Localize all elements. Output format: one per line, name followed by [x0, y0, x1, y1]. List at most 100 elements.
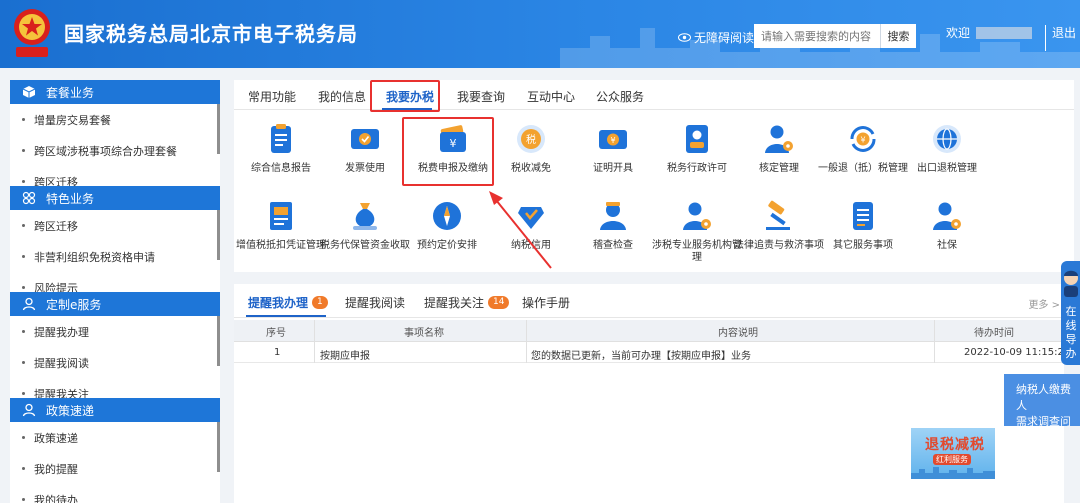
user-icon [22, 297, 36, 311]
service-social-security[interactable]: 社保 [902, 199, 992, 252]
service-refund[interactable]: ¥ 一般退（抵）税管理 [818, 122, 908, 175]
column-divider [314, 320, 315, 363]
promo-title: 退税减税 [925, 437, 985, 453]
bullet [22, 361, 25, 364]
tab-interaction[interactable]: 互动中心 [527, 88, 575, 105]
sidebar-item[interactable]: 提醒我关注 [10, 378, 220, 400]
cell-desc: 您的数据已更新，当前可办理【按期应申报】业务 [531, 351, 751, 362]
cell-name: 按期应申报 [320, 351, 370, 362]
main-tabs: 常用功能 我的信息 我要办税 我要查询 互动中心 公众服务 [234, 80, 1074, 112]
column-header: 待办时间 [974, 328, 1014, 339]
sidebar-section-header[interactable]: 定制e服务 [10, 292, 220, 316]
accessibility-link[interactable]: 无障碍阅读 [678, 29, 754, 46]
refund-icon: ¥ [850, 126, 876, 152]
sidebar-section-header[interactable]: 政策速递 [10, 398, 220, 422]
certificate-icon: ¥ [599, 130, 627, 149]
service-export-refund[interactable]: 出口退税管理 [902, 122, 992, 175]
tab-remind-read[interactable]: 提醒我阅读 [345, 294, 405, 311]
service-certificate[interactable]: ¥ 证明开具 [568, 122, 658, 175]
credit-icon [518, 207, 544, 229]
column-header: 内容说明 [718, 328, 758, 339]
service-pricing-arrangement[interactable]: 预约定价安排 [402, 199, 492, 252]
search-button[interactable]: 搜索 [880, 24, 916, 48]
sidebar-scrollbar[interactable] [217, 422, 220, 472]
tab-query[interactable]: 我要查询 [457, 88, 505, 105]
sidebar-item[interactable]: 我的提醒 [10, 453, 220, 484]
tab-remind-follow[interactable]: 提醒我关注 14 [424, 294, 510, 311]
reminder-tabs: 提醒我办理 1 提醒我阅读 提醒我关注 14 操作手册 更多 > [234, 284, 1064, 318]
service-inspection[interactable]: 稽查检查 [568, 199, 658, 252]
service-assessment[interactable]: 核定管理 [734, 122, 824, 175]
voucher-icon [270, 202, 292, 230]
tab-remind-handle[interactable]: 提醒我办理 1 [248, 294, 328, 311]
service-legal-remedy[interactable]: 法律追责与救济事项 [734, 199, 824, 252]
service-comprehensive-report[interactable]: 综合信息报告 [236, 122, 326, 175]
online-service-label: 在线导办 [1065, 305, 1077, 360]
service-other[interactable]: 其它服务事项 [818, 199, 908, 252]
count-badge: 1 [312, 296, 328, 309]
tab-manual[interactable]: 操作手册 [522, 294, 570, 311]
service-admin-license[interactable]: 税务行政许可 [652, 122, 742, 175]
sidebar-item[interactable]: 增量房交易套餐 [10, 104, 220, 135]
tax-emblem-logo [14, 9, 50, 57]
tab-common[interactable]: 常用功能 [248, 88, 296, 105]
clipboard-icon [271, 124, 291, 153]
sidebar-item[interactable]: 跨区迁移 [10, 166, 220, 188]
bullet [22, 330, 25, 333]
online-service-float[interactable]: 在线导办 [1061, 261, 1080, 365]
tax-declaration-highlight-box [402, 117, 494, 186]
cell-time: 2022-10-09 11:15:29 [964, 347, 1071, 358]
bullet [22, 149, 25, 152]
bullet [22, 255, 25, 258]
sidebar-section-feature: 特色业务 跨区迁移 非营利组织免税资格申请 风险提示 [10, 186, 220, 294]
sidebar-section-custom: 定制e服务 提醒我办理 提醒我阅读 提醒我关注 [10, 292, 220, 400]
survey-banner[interactable]: 纳税人缴费人 需求调查问卷 [1004, 374, 1080, 444]
user-gear-icon [765, 125, 793, 153]
cell-no: 1 [274, 347, 281, 358]
cube-icon [22, 86, 36, 98]
invoice-icon [351, 129, 379, 149]
masked-username [976, 27, 1032, 39]
more-link[interactable]: 更多 > [1028, 296, 1060, 311]
service-custody-funds[interactable]: 税务代保管资金收取 [320, 199, 410, 252]
service-invoice[interactable]: 发票使用 [320, 122, 410, 175]
sidebar-item[interactable]: 跨区域涉税事项综合办理套餐 [10, 135, 220, 166]
count-badge: 14 [488, 296, 510, 309]
sidebar: 套餐业务 增量房交易套餐 跨区域涉税事项综合办理套餐 跨区迁移 特色业务 跨区迁… [10, 80, 220, 503]
search-input[interactable] [754, 24, 880, 48]
sidebar-item[interactable]: 跨区迁移 [10, 210, 220, 241]
bullet [22, 224, 25, 227]
column-header: 序号 [266, 328, 286, 339]
column-header: 事项名称 [404, 328, 444, 339]
bullet [22, 118, 25, 121]
logout-link[interactable]: 退出 [1052, 24, 1076, 41]
service-panel: 常用功能 我的信息 我要办税 我要查询 互动中心 公众服务 综合信息报告 发票使… [234, 80, 1074, 272]
sidebar-scrollbar[interactable] [217, 104, 220, 154]
table-row[interactable]: 1 按期应申报 您的数据已更新，当前可办理【按期应申报】业务 2022-10-0… [234, 343, 1070, 363]
tab-public-service[interactable]: 公众服务 [596, 88, 644, 105]
bullet [22, 286, 25, 289]
service-tax-relief[interactable]: 税 税收减免 [486, 122, 576, 175]
service-tax-agency[interactable]: 涉税专业服务机构管理 [652, 199, 742, 264]
compass-icon [433, 202, 461, 230]
sidebar-section-policy: 政策速递 政策速递 我的提醒 我的待办 [10, 398, 220, 503]
header-divider [1045, 25, 1046, 51]
service-tax-credit[interactable]: 纳税信用 [486, 199, 576, 252]
tab-my-info[interactable]: 我的信息 [318, 88, 366, 105]
service-vat-voucher[interactable]: 增值税抵扣凭证管理 [236, 199, 326, 252]
sidebar-item[interactable]: 提醒我办理 [10, 316, 220, 347]
sidebar-item[interactable]: 提醒我阅读 [10, 347, 220, 378]
sidebar-section-header[interactable]: 特色业务 [10, 186, 220, 210]
sidebar-section-header[interactable]: 套餐业务 [10, 80, 220, 104]
social-security-icon [933, 202, 961, 230]
tax-relief-icon: 税 [517, 125, 545, 153]
tax-refund-promo-banner[interactable]: 退税减税 红利服务 [911, 428, 995, 479]
sidebar-scrollbar[interactable] [217, 210, 220, 260]
sidebar-scrollbar[interactable] [217, 316, 220, 366]
sidebar-item[interactable]: 政策速递 [10, 422, 220, 453]
sidebar-item[interactable]: 非营利组织免税资格申请 [10, 241, 220, 272]
sidebar-item[interactable]: 我的待办 [10, 484, 220, 503]
sidebar-item[interactable]: 风险提示 [10, 272, 220, 294]
eye-icon [678, 33, 691, 42]
user-icon [22, 403, 36, 417]
